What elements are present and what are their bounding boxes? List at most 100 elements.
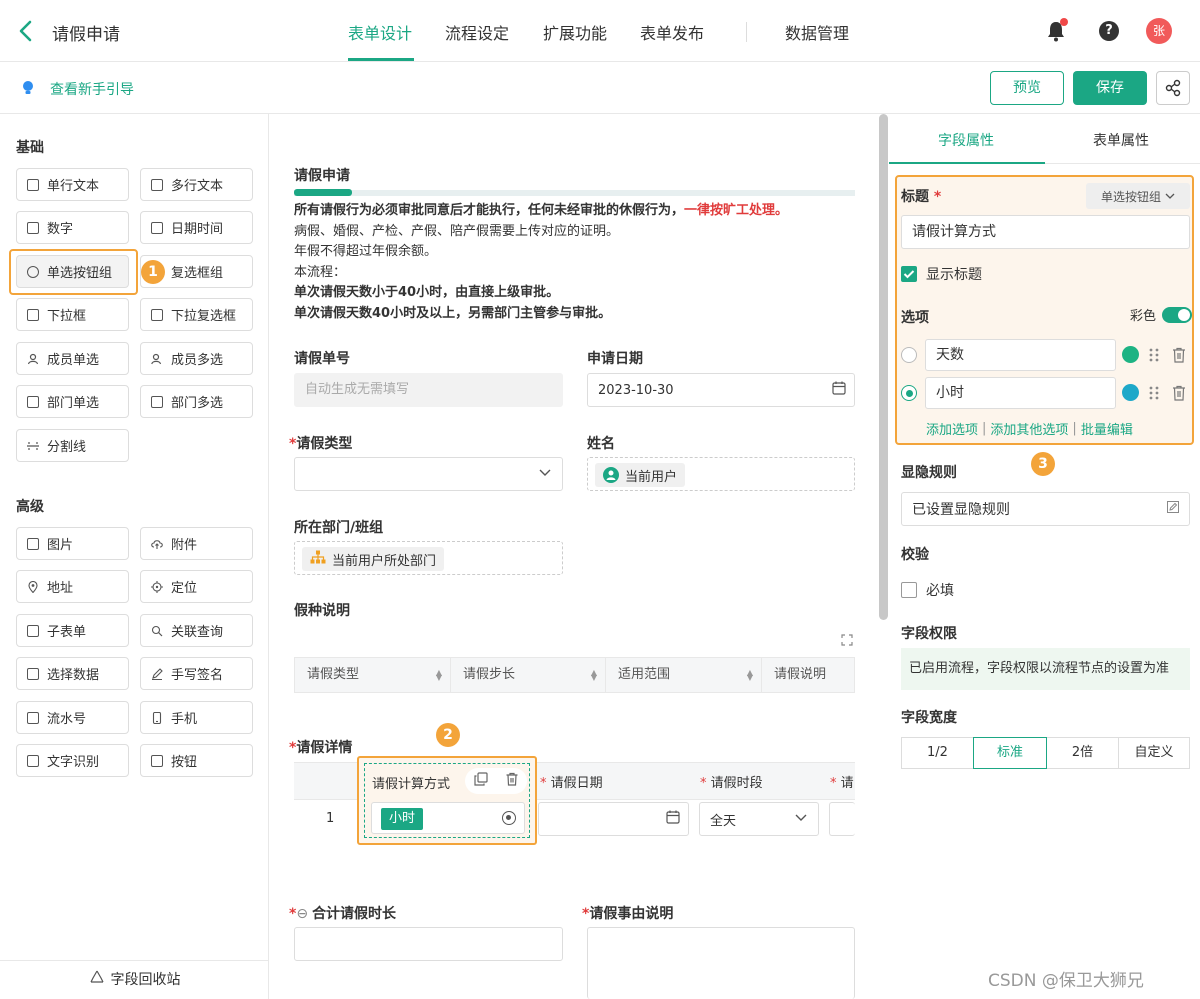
- total-field[interactable]: [294, 927, 563, 961]
- column-header[interactable]: 请假步长 ▲ ▼: [451, 658, 606, 692]
- color-toggle[interactable]: 彩色: [1130, 305, 1193, 324]
- field-label: 地址: [47, 581, 74, 596]
- field-serial-no[interactable]: 流水号: [16, 701, 129, 734]
- tab-data-management[interactable]: 数据管理: [785, 20, 849, 44]
- name-label: 姓名: [587, 436, 615, 452]
- drag-handle-icon[interactable]: [1148, 347, 1160, 367]
- current-dept-text: 当前用户所处部门: [332, 553, 437, 569]
- trash-icon[interactable]: [1172, 347, 1186, 367]
- tab-form-design[interactable]: 表单设计: [348, 20, 412, 44]
- column-header[interactable]: 请假类型 ▲ ▼: [295, 658, 451, 692]
- copy-icon[interactable]: [473, 772, 488, 790]
- width-option-custom[interactable]: 自定义: [1118, 737, 1190, 769]
- field-member-single[interactable]: 成员单选: [16, 342, 129, 375]
- show-title-checkbox[interactable]: 显示标题: [901, 264, 982, 284]
- tab-form-props[interactable]: 表单属性: [1093, 130, 1149, 150]
- tab-process[interactable]: 流程设定: [445, 20, 509, 44]
- preview-button[interactable]: 预览: [990, 71, 1064, 105]
- subform-date-field[interactable]: [538, 802, 689, 836]
- field-divider[interactable]: 分割线: [16, 429, 129, 462]
- field-related-query[interactable]: 关联查询: [140, 614, 253, 647]
- field-attachment[interactable]: 附件: [140, 527, 253, 560]
- required-checkbox[interactable]: 必填: [901, 580, 954, 600]
- width-option-double[interactable]: 2倍: [1046, 737, 1119, 769]
- current-user-text: 当前用户: [625, 469, 678, 485]
- field-dropdown[interactable]: 下拉框: [16, 298, 129, 331]
- subform-col-text: 请: [840, 776, 854, 791]
- column-header[interactable]: 请假说明: [762, 658, 856, 692]
- tab-publish[interactable]: 表单发布: [640, 20, 704, 44]
- apply-date-field[interactable]: 2023-10-30: [587, 373, 855, 407]
- column-header[interactable]: 适用范围 ▲ ▼: [606, 658, 762, 692]
- field-subform[interactable]: 子表单: [16, 614, 129, 647]
- field-dept-single[interactable]: 部门单选: [16, 385, 129, 418]
- watermark: CSDN @保卫大狮兄: [988, 971, 1144, 991]
- period-value: 全天: [710, 813, 737, 829]
- field-number[interactable]: 数字: [16, 211, 129, 244]
- field-multi-text[interactable]: 多行文本: [140, 168, 253, 201]
- width-option-half[interactable]: 1/2: [901, 737, 974, 769]
- visibility-rule-field[interactable]: 已设置显隐规则: [901, 492, 1190, 526]
- field-button[interactable]: 按钮: [140, 744, 253, 777]
- field-dept-multi[interactable]: 部门多选: [140, 385, 253, 418]
- field-datetime[interactable]: 日期时间: [140, 211, 253, 244]
- reason-textarea[interactable]: [587, 927, 855, 999]
- tab-field-props[interactable]: 字段属性: [938, 130, 994, 150]
- chevron-left-icon[interactable]: [16, 16, 40, 46]
- name-field[interactable]: 当前用户: [587, 457, 855, 491]
- save-button[interactable]: 保存: [1073, 71, 1147, 105]
- subform-more-field[interactable]: [829, 802, 855, 836]
- field-ocr[interactable]: 文字识别: [16, 744, 129, 777]
- trash-icon[interactable]: [505, 772, 519, 790]
- field-select-data[interactable]: 选择数据: [16, 657, 129, 690]
- subform-period-select[interactable]: 全天: [699, 802, 819, 836]
- calc-radio-field[interactable]: 小时: [371, 802, 525, 834]
- option-input[interactable]: 小时: [925, 377, 1116, 409]
- width-option-standard[interactable]: 标准: [973, 737, 1047, 769]
- field-single-text[interactable]: 单行文本: [16, 168, 129, 201]
- field-image[interactable]: 图片: [16, 527, 129, 560]
- add-option-link[interactable]: 添加选项: [926, 419, 978, 438]
- field-label: 分割线: [47, 440, 87, 455]
- field-phone[interactable]: 手机: [140, 701, 253, 734]
- option-color-swatch[interactable]: [1122, 346, 1139, 363]
- field-address[interactable]: 地址: [16, 570, 129, 603]
- notification-dot: [1060, 18, 1068, 26]
- highlight-calc-column[interactable]: 请假计算方式 小时: [357, 756, 537, 845]
- option-input[interactable]: 天数: [925, 339, 1116, 371]
- field-type-select[interactable]: 单选按钮组: [1086, 183, 1190, 209]
- title-input[interactable]: 请假计算方式: [901, 215, 1190, 249]
- field-actions: [465, 768, 527, 794]
- expand-icon[interactable]: [841, 634, 853, 650]
- trash-icon[interactable]: [1172, 385, 1186, 405]
- permission-info: 已启用流程，字段权限以流程节点的设置为准: [901, 648, 1190, 690]
- help-icon[interactable]: ?: [1099, 21, 1119, 41]
- option-radio[interactable]: [901, 347, 917, 363]
- dept-field[interactable]: 当前用户所处部门: [294, 541, 563, 575]
- field-signature[interactable]: 手写签名: [140, 657, 253, 690]
- selected-option-tag: 小时: [381, 808, 424, 830]
- field-label: 手机: [171, 712, 198, 727]
- dropdown-icon: [27, 308, 39, 321]
- batch-edit-link[interactable]: 批量编辑: [1081, 419, 1133, 438]
- field-label: 部门单选: [47, 396, 100, 411]
- option-color-swatch[interactable]: [1122, 384, 1139, 401]
- tab-extensions[interactable]: 扩展功能: [543, 20, 607, 44]
- toggle-switch: [1162, 306, 1193, 323]
- option-radio-selected[interactable]: [901, 385, 917, 401]
- add-other-option-link[interactable]: 添加其他选项: [990, 419, 1068, 438]
- canvas-scrollbar[interactable]: [879, 114, 888, 620]
- field-dropdown-multi[interactable]: 下拉复选框: [140, 298, 253, 331]
- phone-icon: [151, 711, 163, 724]
- recycle-bin-button[interactable]: 字段回收站: [0, 960, 269, 999]
- leave-type-select[interactable]: [294, 457, 563, 491]
- guide-link[interactable]: 查看新手引导: [50, 79, 134, 99]
- field-member-multi[interactable]: 成员多选: [140, 342, 253, 375]
- avatar[interactable]: 张: [1146, 18, 1172, 44]
- field-location[interactable]: 定位: [140, 570, 253, 603]
- active-tab-indicator: [889, 162, 1045, 164]
- cloud-upload-icon: [151, 538, 163, 550]
- share-button[interactable]: [1156, 71, 1190, 105]
- drag-handle-icon[interactable]: [1148, 385, 1160, 405]
- order-no-field[interactable]: 自动生成无需填写: [294, 373, 563, 407]
